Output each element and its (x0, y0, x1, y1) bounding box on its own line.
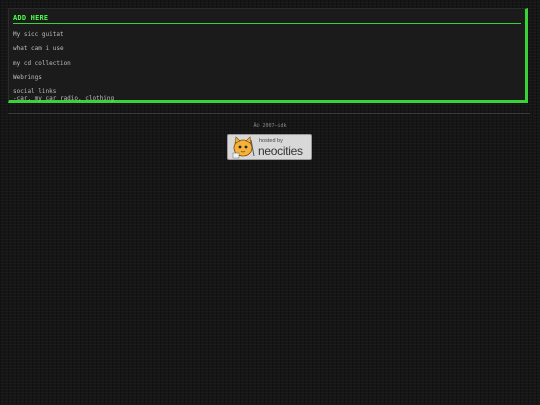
link-item-cd-collection[interactable]: my cd collection (13, 60, 114, 67)
panel-title: ADD HERE (13, 14, 49, 22)
copyright-text: Â© 2007–idk (253, 123, 287, 129)
badge-neocities-text: neocities (258, 144, 303, 158)
link-item-guitar[interactable]: My sicc guitat (13, 31, 114, 38)
link-item-webrings[interactable]: Webrings (13, 74, 114, 81)
link-panel: ADD HERE My sicc guitat what cam i use m… (8, 8, 528, 103)
link-item-camera[interactable]: what cam i use (13, 45, 114, 52)
footer-divider (8, 113, 530, 114)
link-list: My sicc guitat what cam i use my cd coll… (13, 31, 114, 109)
neocities-badge[interactable]: hosted by neocities (227, 134, 312, 160)
neocities-cat-icon (232, 136, 255, 159)
link-item-social-links-sub[interactable]: -car, my car radio, clothing (13, 95, 114, 102)
panel-divider (13, 23, 521, 24)
link-item-social-links[interactable]: social links -car, my car radio, clothin… (13, 88, 114, 102)
link-item-social-links-label[interactable]: social links (13, 88, 56, 95)
